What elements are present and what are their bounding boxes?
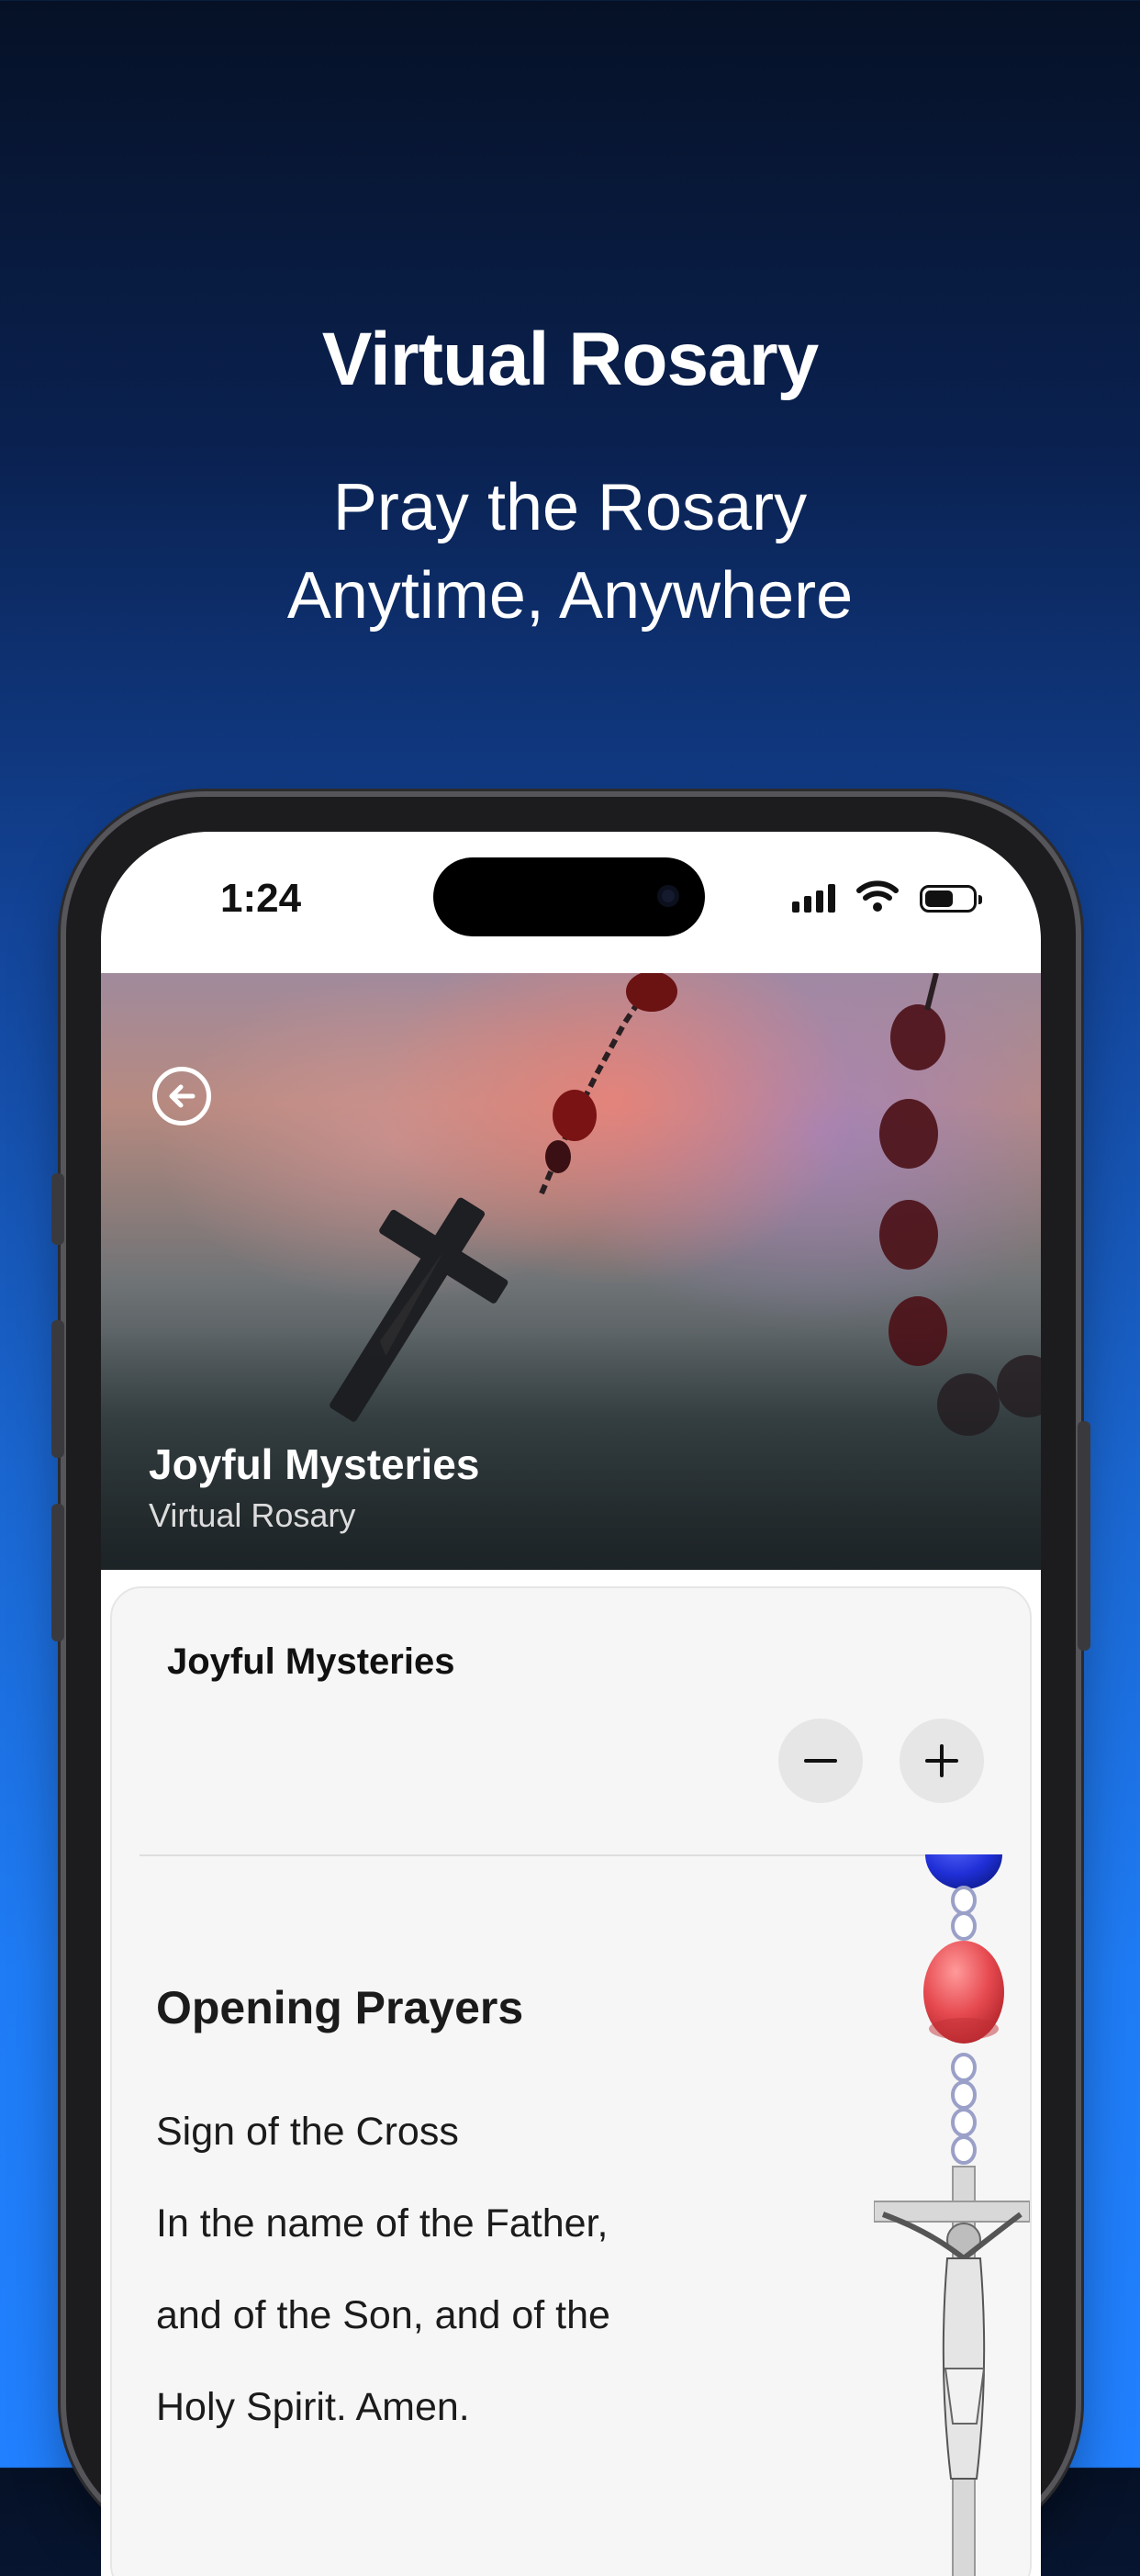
section-title: Opening Prayers: [156, 1982, 524, 2033]
camera-icon: [657, 885, 679, 907]
rosary-card: Joyful Mysteries Opening Prayers Sign of…: [110, 1586, 1032, 2576]
prayer-line: Holy Spirit. Amen.: [156, 2385, 470, 2429]
hero-banner: Joyful Mysteries Virtual Rosary: [101, 973, 1041, 1570]
decrease-button[interactable]: [778, 1719, 863, 1803]
battery-icon: [920, 885, 982, 913]
prayer-line: Sign of the Cross: [156, 2110, 459, 2154]
back-button[interactable]: [152, 1067, 211, 1126]
prayer-line: In the name of the Father,: [156, 2201, 609, 2246]
card-title: Joyful Mysteries: [167, 1641, 455, 1682]
divider: [140, 1854, 1002, 1856]
plus-icon: [925, 1744, 958, 1777]
phone-frame: 1:24 Joyful Mysteries Virtual Rosary Joy…: [51, 797, 1090, 2576]
status-icons: [792, 879, 982, 913]
signal-icon: [792, 883, 835, 913]
power-button: [1078, 1421, 1090, 1651]
dynamic-island: [433, 857, 705, 936]
promo-subtitle-line-2: Anytime, Anywhere: [286, 559, 854, 633]
increase-button[interactable]: [900, 1719, 984, 1803]
promo-subtitle: Pray the Rosary Anytime, Anywhere: [0, 464, 1140, 640]
phone-screen: 1:24 Joyful Mysteries Virtual Rosary Joy…: [101, 832, 1041, 2576]
hero-subtitle: Virtual Rosary: [149, 1496, 356, 1534]
minus-icon: [804, 1759, 837, 1763]
promo-subtitle-line-1: Pray the Rosary: [332, 471, 808, 544]
prayer-line: and of the Son, and of the: [156, 2293, 610, 2337]
volume-up-button: [51, 1320, 64, 1458]
action-button: [51, 1173, 64, 1245]
status-time: 1:24: [220, 876, 302, 921]
volume-down-button: [51, 1504, 64, 1641]
promo-title: Virtual Rosary: [321, 318, 820, 401]
rosary-beads-illustration[interactable]: [874, 1854, 1030, 2576]
hero-title: Joyful Mysteries: [149, 1440, 480, 1488]
back-arrow-circle-icon: [169, 1084, 196, 1108]
wifi-icon: [856, 880, 899, 912]
blue-bead: [925, 1854, 1002, 1889]
crucifix-icon: [874, 2166, 1030, 2576]
